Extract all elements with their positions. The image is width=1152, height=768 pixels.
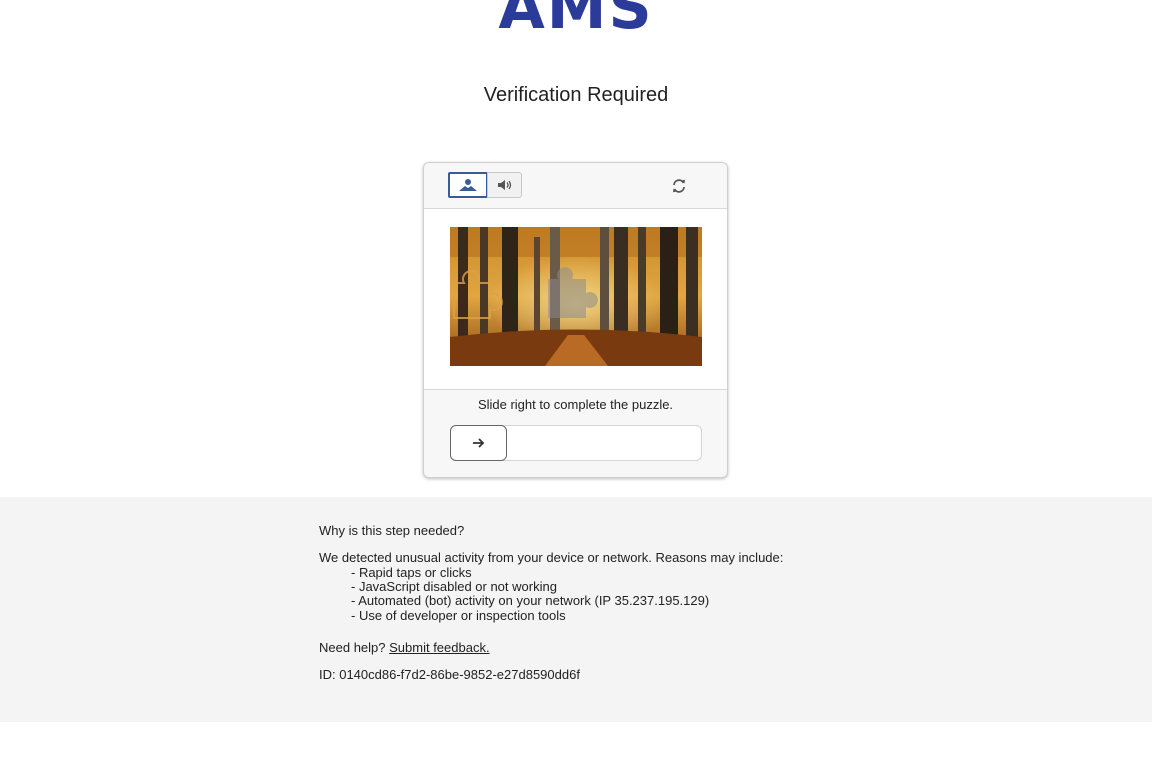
info-intro: We detected unusual activity from your d… — [319, 550, 784, 565]
slider-handle[interactable] — [450, 425, 507, 461]
captcha-image-area — [424, 209, 727, 390]
info-section: Why is this step needed? We detected unu… — [0, 497, 1152, 722]
captcha-card: Slide right to complete the puzzle. — [423, 162, 728, 478]
audio-mode-button[interactable] — [487, 172, 522, 198]
captcha-toolbar — [424, 163, 727, 209]
submit-feedback-link[interactable]: Submit feedback. — [389, 640, 489, 655]
request-id: ID: 0140cd86-f7d2-86be-9852-e27d8590dd6f — [319, 667, 580, 682]
logo-text: AMS — [498, 0, 654, 43]
reason-item: - Rapid taps or clicks — [351, 565, 472, 580]
image-mode-button[interactable] — [448, 172, 488, 198]
refresh-button[interactable] — [669, 176, 689, 196]
refresh-icon — [673, 179, 685, 193]
brand-logo: AMS — [0, 0, 1152, 38]
help-line: Need help? Submit feedback. — [319, 640, 490, 655]
slider-instruction: Slide right to complete the puzzle. — [477, 397, 674, 412]
help-prefix: Need help? — [319, 640, 386, 655]
puzzle-image — [450, 227, 702, 366]
image-icon — [459, 179, 477, 191]
page-title: Verification Required — [483, 84, 669, 106]
reason-item: - JavaScript disabled or not working — [351, 579, 557, 594]
reason-item: - Automated (bot) activity on your netwo… — [351, 593, 710, 608]
info-question: Why is this step needed? — [319, 523, 465, 538]
arrow-right-icon — [472, 438, 484, 448]
forest-image — [450, 227, 702, 366]
reason-item: - Use of developer or inspection tools — [351, 608, 566, 623]
speaker-icon — [497, 180, 511, 190]
